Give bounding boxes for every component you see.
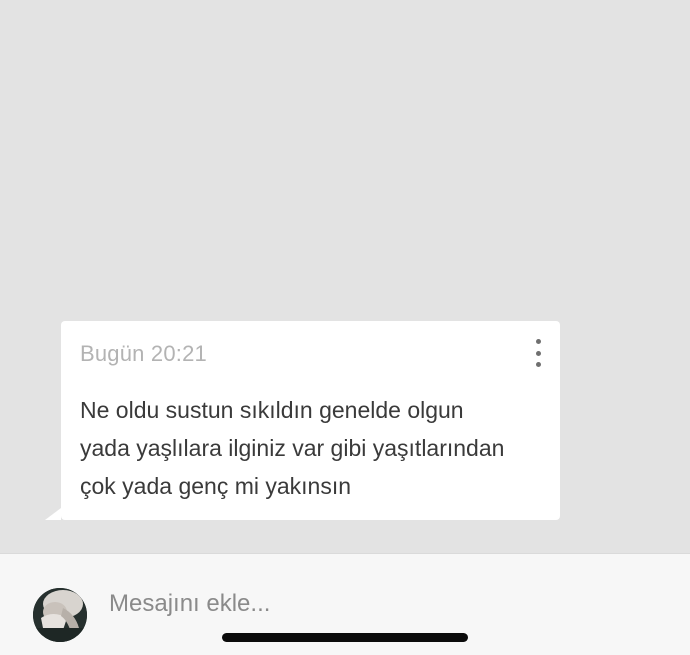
user-avatar[interactable] [33,588,87,642]
message-input[interactable]: Mesajını ekle... [109,590,270,618]
message-list[interactable]: Bugün 20:21 Ne oldu sustun sıkıldın gene… [0,0,690,553]
message-line: çok yada genç mi yakınsın [80,473,352,499]
bubble-tail [45,508,61,520]
menu-dot [535,339,541,344]
more-vertical-icon[interactable] [528,339,548,367]
menu-dot [535,350,541,356]
home-indicator[interactable] [222,633,468,642]
message-bubble[interactable]: Bugün 20:21 Ne oldu sustun sıkıldın gene… [45,321,560,520]
message-text: Ne oldu sustun sıkıldın genelde olgun ya… [80,391,540,505]
menu-dot [535,362,541,367]
message-line: yada yaşlılara ilginiz var gibi yaşıtlar… [80,435,505,461]
message-line: Ne oldu sustun sıkıldın genelde olgun [80,397,464,423]
chat-screen: Bugün 20:21 Ne oldu sustun sıkıldın gene… [0,0,690,655]
message-timestamp: Bugün 20:21 [80,341,207,366]
avatar-image [33,588,87,642]
